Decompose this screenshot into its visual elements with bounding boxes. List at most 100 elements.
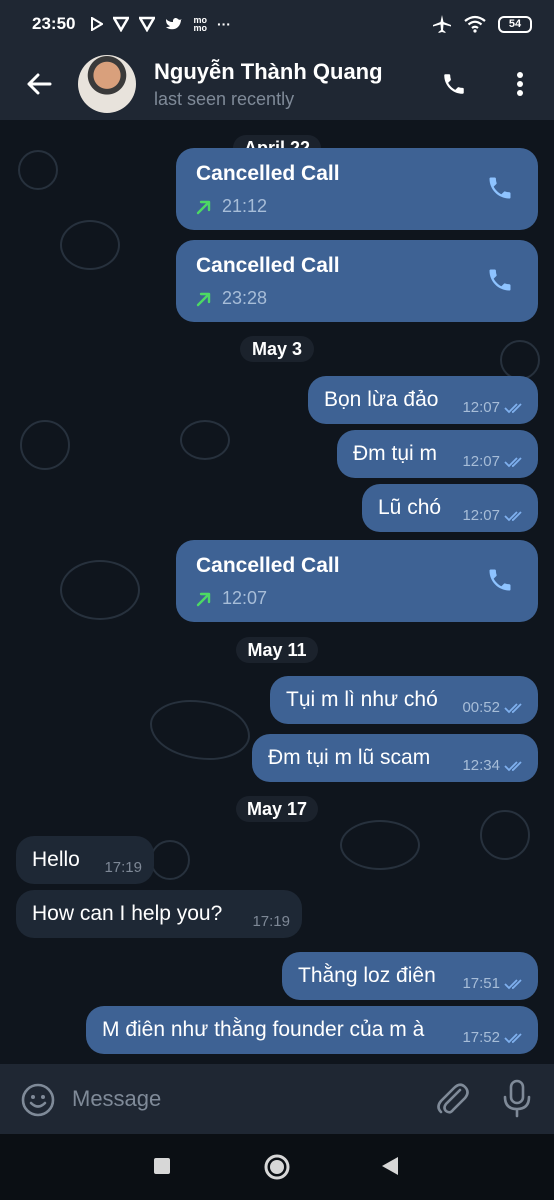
- message-input[interactable]: Message: [72, 1086, 161, 1112]
- recents-button[interactable]: [150, 1154, 174, 1178]
- double-check-icon: [504, 510, 522, 521]
- more-menu-button[interactable]: [500, 62, 540, 106]
- message-meta: 00:52: [462, 699, 526, 716]
- wallpaper-doodle: [20, 420, 70, 470]
- contact-info[interactable]: Nguyễn Thành Quang last seen recently: [154, 59, 404, 110]
- voice-record-button[interactable]: [500, 1078, 534, 1118]
- phone-icon: [489, 177, 511, 199]
- message-meta: 12:07: [462, 453, 526, 470]
- microphone-icon: [503, 1079, 531, 1118]
- shield-icon: [139, 16, 156, 32]
- twitter-icon: [166, 17, 183, 29]
- message-composer: Message: [0, 1064, 554, 1134]
- double-check-icon: [504, 1032, 522, 1043]
- circle-icon: [264, 1154, 290, 1180]
- call-back-button[interactable]: [486, 174, 514, 208]
- call-status: Cancelled Call: [196, 554, 340, 577]
- outgoing-message[interactable]: M điên như thằng founder của m à 17:52: [86, 1006, 538, 1054]
- message-meta: 17:51: [462, 975, 526, 992]
- message-meta: 12:07: [462, 399, 526, 416]
- call-status: Cancelled Call: [196, 162, 340, 185]
- incoming-message[interactable]: How can I help you? 17:19: [16, 890, 302, 938]
- wallpaper-doodle: [180, 420, 230, 460]
- message-text: Lũ chó: [378, 496, 442, 519]
- wallpaper-doodle: [500, 340, 540, 380]
- call-message[interactable]: Cancelled Call 23:28: [176, 240, 538, 322]
- message-text: Tụi m lì như chó: [286, 688, 438, 711]
- wallpaper-doodle: [60, 560, 140, 620]
- message-meta: 17:19: [104, 859, 142, 876]
- call-back-button[interactable]: [486, 566, 514, 600]
- back-button[interactable]: [0, 48, 78, 120]
- message-text: Hello: [32, 848, 80, 871]
- momo-icon: mo mo: [193, 15, 207, 33]
- message-meta: 17:19: [252, 913, 290, 930]
- outgoing-arrow-icon: [196, 200, 211, 214]
- message-text: How can I help you?: [32, 902, 223, 925]
- double-check-icon: [504, 760, 522, 771]
- outgoing-message[interactable]: Tụi m lì như chó 00:52: [270, 676, 538, 724]
- outgoing-arrow-icon: [196, 292, 211, 306]
- home-button[interactable]: [262, 1152, 292, 1182]
- double-check-icon: [504, 702, 522, 713]
- back-nav-button[interactable]: [378, 1154, 402, 1178]
- emoji-button[interactable]: [20, 1082, 56, 1118]
- contact-name: Nguyễn Thành Quang: [154, 58, 383, 84]
- message-text: Bọn lừa đảo: [324, 388, 439, 411]
- call-status: Cancelled Call: [196, 254, 340, 277]
- wallpaper-doodle: [18, 150, 58, 190]
- call-message[interactable]: Cancelled Call 12:07: [176, 540, 538, 622]
- battery-icon: 54: [498, 15, 532, 33]
- message-meta: 17:52: [462, 1029, 526, 1046]
- call-message[interactable]: Cancelled Call 21:12: [176, 148, 538, 230]
- phone-icon: [489, 569, 511, 591]
- call-back-button[interactable]: [486, 266, 514, 300]
- wallpaper-doodle: [340, 820, 420, 870]
- message-meta: 12:34: [462, 757, 526, 774]
- shield-icon: [113, 16, 130, 32]
- attach-button[interactable]: [434, 1080, 470, 1118]
- phone-icon: [444, 74, 464, 94]
- wallpaper-doodle: [480, 810, 530, 860]
- paperclip-icon: [437, 1083, 469, 1114]
- outgoing-message[interactable]: Đm tụi m 12:07: [337, 430, 538, 478]
- smiley-icon: [21, 1083, 55, 1117]
- status-left-icons: mo mo ···: [91, 15, 231, 33]
- double-check-icon: [504, 456, 522, 467]
- status-right-icons: 54: [432, 14, 532, 34]
- message-text: Thằng loz điên: [298, 964, 436, 987]
- double-check-icon: [504, 402, 522, 413]
- double-check-icon: [504, 978, 522, 989]
- message-meta: 12:07: [462, 507, 526, 524]
- wallpaper-doodle: [150, 700, 250, 760]
- date-separator: May 11: [236, 637, 318, 663]
- airplane-icon: [433, 15, 451, 33]
- message-text: Đm tụi m: [353, 442, 437, 465]
- triangle-back-icon: [382, 1157, 398, 1175]
- chat-area[interactable]: April 22 Cancelled Call 21:12 Cancelled …: [0, 120, 554, 1064]
- last-seen-status: last seen recently: [154, 88, 295, 109]
- arrow-left-icon: [27, 73, 52, 95]
- outgoing-message[interactable]: Đm tụi m lũ scam 12:34: [252, 734, 538, 782]
- call-button[interactable]: [432, 62, 476, 106]
- outgoing-message[interactable]: Lũ chó 12:07: [362, 484, 538, 532]
- message-text: Đm tụi m lũ scam: [268, 746, 431, 769]
- date-separator: May 17: [236, 796, 318, 822]
- status-time: 23:50: [32, 14, 76, 33]
- outgoing-message[interactable]: Bọn lừa đảo 12:07: [308, 376, 538, 424]
- call-time: 12:07: [196, 588, 267, 609]
- wallpaper-doodle: [150, 840, 190, 880]
- phone-icon: [489, 269, 511, 291]
- square-icon: [154, 1158, 170, 1174]
- status-bar: 23:50 mo mo ··· 54: [0, 0, 554, 48]
- incoming-message[interactable]: Hello 17:19: [16, 836, 154, 884]
- call-time: 23:28: [196, 288, 267, 309]
- outgoing-arrow-icon: [196, 592, 211, 606]
- chat-header: Nguyễn Thành Quang last seen recently: [0, 48, 554, 120]
- message-text: M điên như thằng founder của m à: [102, 1018, 425, 1041]
- date-separator: May 3: [240, 336, 314, 362]
- wallpaper-doodle: [60, 220, 120, 270]
- avatar[interactable]: [78, 55, 136, 113]
- outgoing-message[interactable]: Thằng loz điên 17:51: [282, 952, 538, 1000]
- system-nav-bar: [0, 1134, 554, 1200]
